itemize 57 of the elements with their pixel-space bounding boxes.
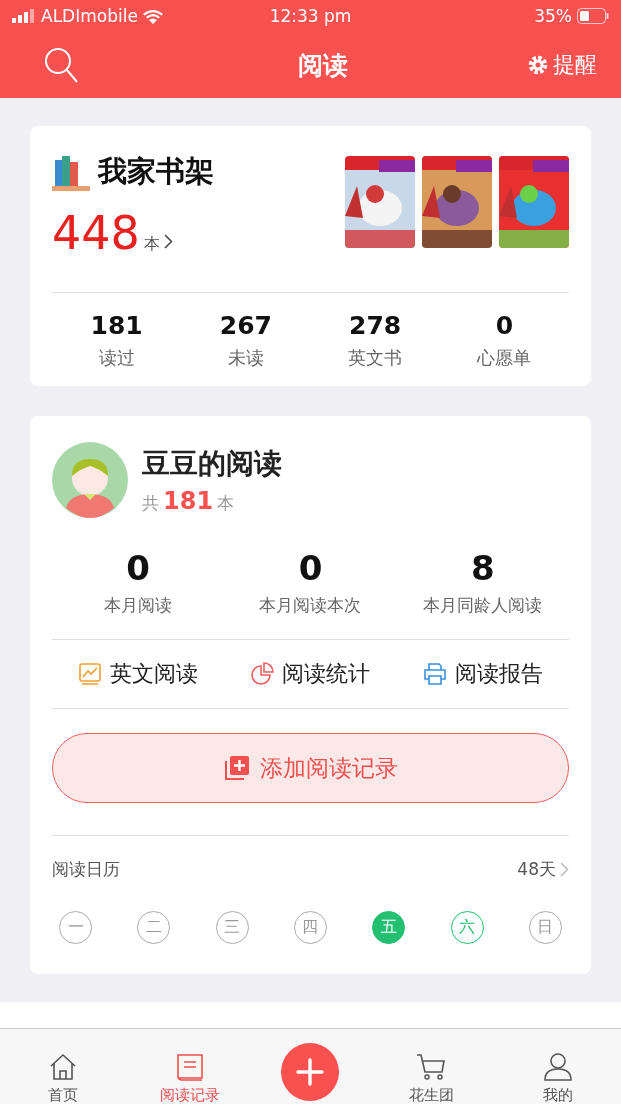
stat-label: 心愿单 (477, 346, 532, 370)
pie-chart-icon (250, 662, 275, 686)
stat-label: 读过 (98, 346, 135, 370)
weekday: 一 (59, 911, 92, 944)
days-link[interactable]: 48天 (517, 858, 569, 881)
report-link[interactable]: 阅读报告 (422, 659, 543, 689)
wifi-icon (142, 8, 163, 24)
battery-percent: 35% (534, 6, 572, 26)
tab[interactable]: 我的 (494, 1029, 621, 1104)
stat-value: 0 (126, 548, 150, 588)
bookshelf-icon (52, 153, 90, 191)
total-unit: 本 (217, 492, 235, 515)
battery-icon (577, 8, 609, 24)
tab[interactable]: 首页 (0, 1029, 127, 1104)
total-count: 181 (163, 487, 214, 515)
person-icon (542, 1052, 573, 1082)
stat-value: 181 (90, 311, 143, 340)
bookshelf-title: 我家书架 (98, 153, 214, 190)
cart-icon (416, 1052, 447, 1082)
book-count[interactable]: 448 (52, 206, 140, 260)
report-link[interactable]: 阅读统计 (250, 659, 371, 689)
reader-name: 豆豆的阅读 (142, 446, 282, 482)
plus-icon (296, 1058, 325, 1086)
calendar-title: 阅读日历 (52, 858, 120, 881)
count-unit: 本 (143, 234, 160, 255)
stat-label: 本月阅读本次 (259, 594, 362, 617)
weekday: 日 (528, 911, 562, 944)
carrier-name: ALDImobile (41, 6, 138, 26)
stat-value: 278 (349, 311, 402, 340)
stat-label: 英文书 (348, 346, 403, 370)
printer-icon (422, 662, 447, 686)
weekday: 四 (294, 911, 327, 944)
weekday: 二 (137, 911, 171, 944)
stat-label: 未读 (227, 346, 264, 370)
clock: 12:33 pm (269, 6, 352, 26)
add-button[interactable] (281, 1043, 340, 1101)
add-icon (223, 755, 250, 781)
weekday: 五 (372, 911, 406, 944)
chevron-icon (560, 862, 569, 877)
gear-icon (527, 54, 549, 76)
tab[interactable]: 花生团 (367, 1029, 495, 1104)
book-icon (174, 1052, 205, 1082)
stat-value: 8 (471, 548, 495, 588)
search-icon[interactable] (44, 47, 78, 83)
total-prefix: 共 (142, 492, 159, 515)
stat-label: 本月同龄人阅读 (423, 594, 543, 617)
signal-icon (12, 9, 36, 23)
chart-icon (78, 662, 103, 686)
stat-value: 267 (219, 311, 272, 340)
weekday: 六 (450, 911, 484, 944)
page-title: 阅读 (297, 49, 348, 82)
weekday: 三 (215, 911, 249, 944)
stat-value: 0 (495, 311, 514, 340)
report-link[interactable]: 英文阅读 (78, 659, 199, 689)
chevron-icon[interactable] (163, 234, 173, 249)
stat-label: 本月阅读 (104, 594, 173, 617)
stat-value: 0 (298, 548, 323, 588)
